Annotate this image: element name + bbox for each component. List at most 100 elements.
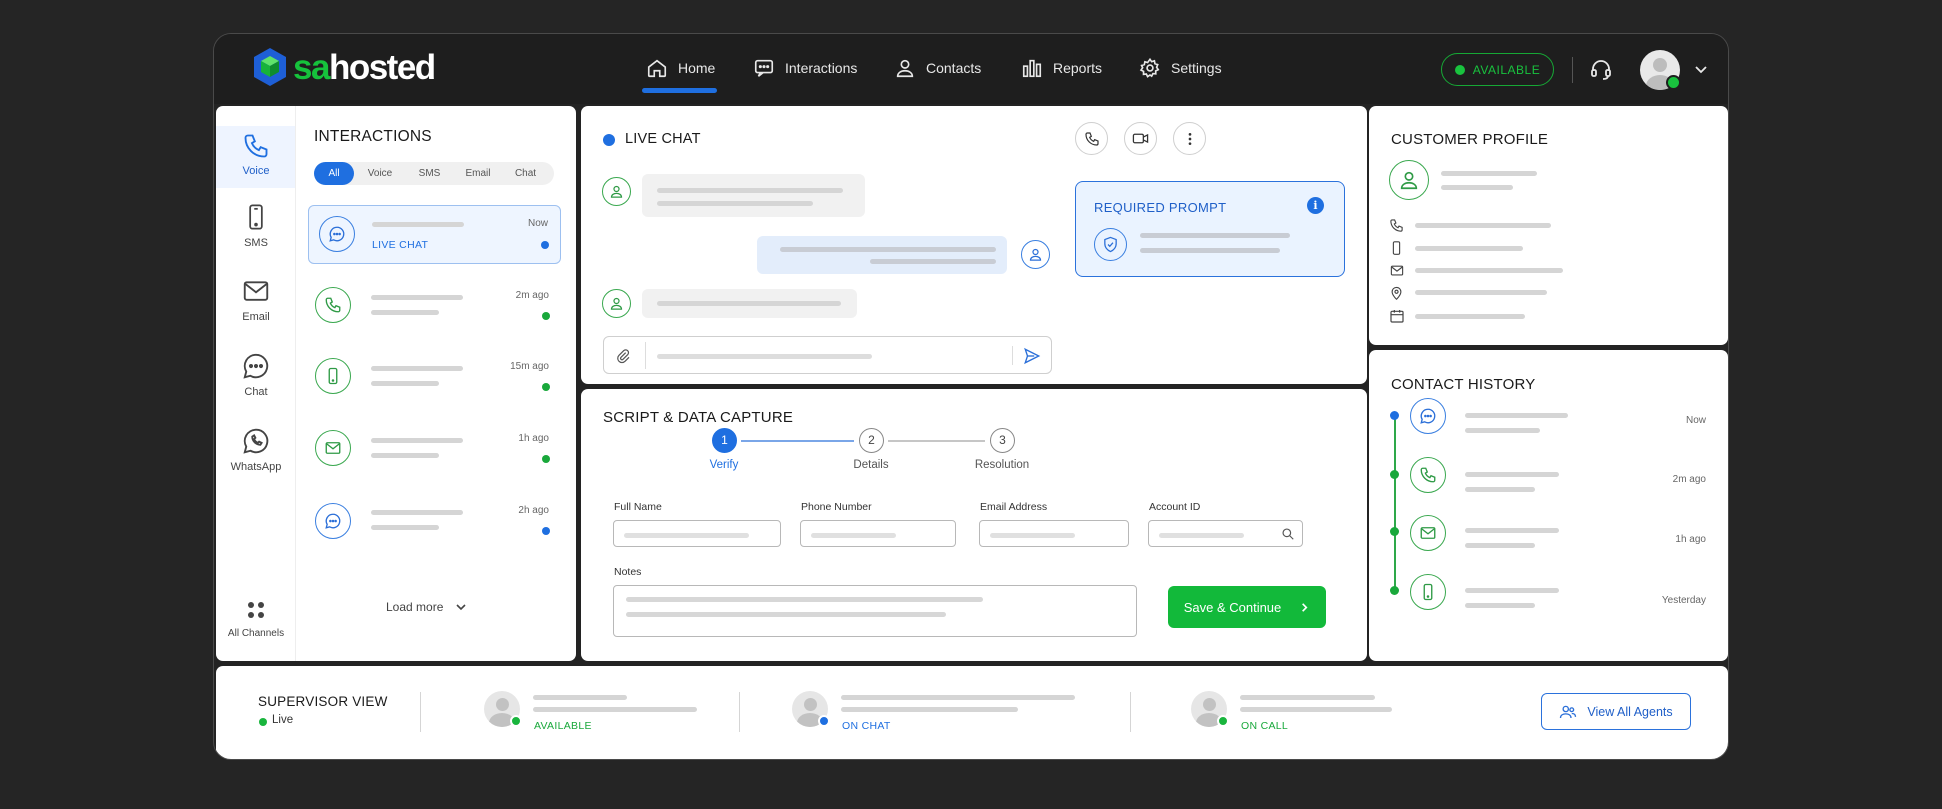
customer-profile-title: CUSTOMER PROFILE: [1391, 131, 1549, 148]
divider: [739, 692, 740, 732]
load-more-button[interactable]: Load more: [386, 600, 467, 614]
placeholder-line: [1415, 268, 1563, 273]
video-call-button[interactable]: [1124, 122, 1157, 155]
interaction-item-sms[interactable]: 15m ago: [308, 349, 561, 408]
interaction-time: Now: [527, 218, 548, 229]
filter-chat[interactable]: Chat: [503, 162, 548, 185]
interaction-item-chat[interactable]: 2h ago: [308, 493, 561, 552]
customer-profile-panel: CUSTOMER PROFILE: [1369, 106, 1728, 345]
phone-number-label: Phone Number: [801, 501, 872, 513]
search-icon[interactable]: [1281, 527, 1295, 541]
email-address-input[interactable]: [979, 520, 1129, 547]
placeholder-line: [371, 366, 463, 371]
supervisor-title: SUPERVISOR VIEW: [258, 694, 388, 709]
channel-chat[interactable]: Chat: [216, 351, 295, 398]
placeholder-line: [1240, 707, 1392, 712]
placeholder-line: [1415, 223, 1551, 228]
phone-icon: [1084, 131, 1099, 146]
nav-contacts-label: Contacts: [926, 60, 982, 76]
logo[interactable]: sahosted: [252, 47, 436, 87]
interaction-item-live-chat[interactable]: LIVE CHAT Now: [308, 205, 561, 264]
placeholder-line: [1465, 528, 1559, 533]
history-time: Yesterday: [1661, 595, 1706, 606]
chevron-right-icon: [1302, 602, 1308, 612]
headset-icon[interactable]: [1589, 57, 1613, 81]
contact-history-title: CONTACT HISTORY: [1391, 376, 1536, 393]
phone-icon[interactable]: [1410, 457, 1446, 493]
interactions-panel: INTERACTIONS All Voice SMS Email Chat LI…: [296, 106, 576, 661]
placeholder-line: [371, 510, 463, 515]
placeholder-line: [1465, 603, 1535, 608]
call-button[interactable]: [1075, 122, 1108, 155]
nav-interactions[interactable]: Interactions: [753, 51, 857, 85]
chevron-down-icon[interactable]: [1694, 62, 1708, 76]
filter-voice[interactable]: Voice: [354, 162, 406, 185]
channel-sms[interactable]: SMS: [216, 202, 295, 249]
channel-email[interactable]: Email: [216, 276, 295, 323]
nav-home[interactable]: Home: [646, 51, 715, 85]
required-prompt-card[interactable]: REQUIRED PROMPT i: [1075, 181, 1345, 277]
channel-all[interactable]: All Channels: [216, 598, 295, 639]
nav-contacts[interactable]: Contacts: [894, 51, 981, 85]
step-2-details[interactable]: 2: [859, 428, 884, 453]
channel-voice[interactable]: Voice: [216, 126, 295, 188]
chat-message-input[interactable]: [603, 336, 1052, 374]
placeholder-line: [372, 222, 464, 227]
placeholder-line: [1465, 413, 1568, 418]
view-all-agents-button[interactable]: View All Agents: [1541, 693, 1691, 730]
interactions-title: INTERACTIONS: [314, 128, 432, 145]
history-time: 1h ago: [1675, 534, 1706, 545]
step-connector: [741, 440, 854, 442]
info-icon[interactable]: i: [1307, 197, 1324, 214]
interaction-time: 2h ago: [518, 505, 549, 516]
live-label: Live: [272, 714, 294, 726]
status-dot: [1454, 64, 1465, 75]
chat-bubble-icon[interactable]: [1410, 398, 1446, 434]
interaction-item-email[interactable]: 1h ago: [308, 421, 561, 480]
placeholder-line: [371, 453, 439, 458]
message-bubble-outgoing: [757, 236, 1007, 274]
placeholder-line: [371, 295, 463, 300]
step-3-resolution[interactable]: 3: [990, 428, 1015, 453]
input-placeholder-line: [657, 354, 872, 359]
history-time: Now: [1685, 415, 1706, 426]
home-icon: [647, 59, 667, 78]
send-icon[interactable]: [1023, 347, 1041, 365]
filter-email[interactable]: Email: [453, 162, 503, 185]
phone-icon: [244, 134, 268, 158]
paperclip-icon[interactable]: [615, 347, 631, 365]
channel-whatsapp[interactable]: WhatsApp: [216, 426, 295, 473]
customer-avatar-icon: [602, 177, 631, 206]
nav-reports[interactable]: Reports: [1021, 51, 1102, 85]
notes-textarea[interactable]: [613, 585, 1137, 637]
step-label-verify: Verify: [709, 459, 739, 471]
timeline-dot: [1390, 527, 1399, 536]
save-and-continue-button[interactable]: Save & Continue: [1168, 586, 1326, 628]
mobile-icon: [315, 358, 351, 394]
interaction-label: LIVE CHAT: [372, 239, 429, 251]
phone-number-input[interactable]: [800, 520, 956, 547]
more-options-button[interactable]: [1173, 122, 1206, 155]
timeline-dot: [1390, 470, 1399, 479]
step-connector: [888, 440, 985, 442]
step-label-details: Details: [853, 459, 889, 471]
mail-icon: [243, 281, 269, 301]
nav-settings[interactable]: Settings: [1139, 51, 1222, 85]
full-name-input[interactable]: [613, 520, 781, 547]
more-vertical-icon: [1188, 132, 1191, 145]
step-1-verify[interactable]: 1: [712, 428, 737, 453]
mail-icon[interactable]: [1410, 515, 1446, 551]
account-id-input[interactable]: [1148, 520, 1303, 547]
script-data-capture-panel: SCRIPT & DATA CAPTURE 1 2 3 Verify Detai…: [581, 389, 1367, 661]
agent-status-label: ON CHAT: [842, 720, 891, 732]
filter-sms[interactable]: SMS: [406, 162, 453, 185]
filter-all[interactable]: All: [314, 162, 354, 185]
top-bar: sahosted Home Interactions Contacts Repo…: [214, 34, 1728, 104]
contact-history-panel: CONTACT HISTORY Now 2m ago 1h ago Yester…: [1369, 350, 1728, 661]
mobile-icon[interactable]: [1410, 574, 1446, 610]
placeholder-line: [371, 381, 439, 386]
availability-status-button[interactable]: AVAILABLE: [1441, 53, 1554, 86]
interaction-item-voice[interactable]: 2m ago: [308, 277, 561, 336]
message-bubble-incoming: [642, 289, 857, 318]
nav-reports-label: Reports: [1053, 60, 1103, 76]
